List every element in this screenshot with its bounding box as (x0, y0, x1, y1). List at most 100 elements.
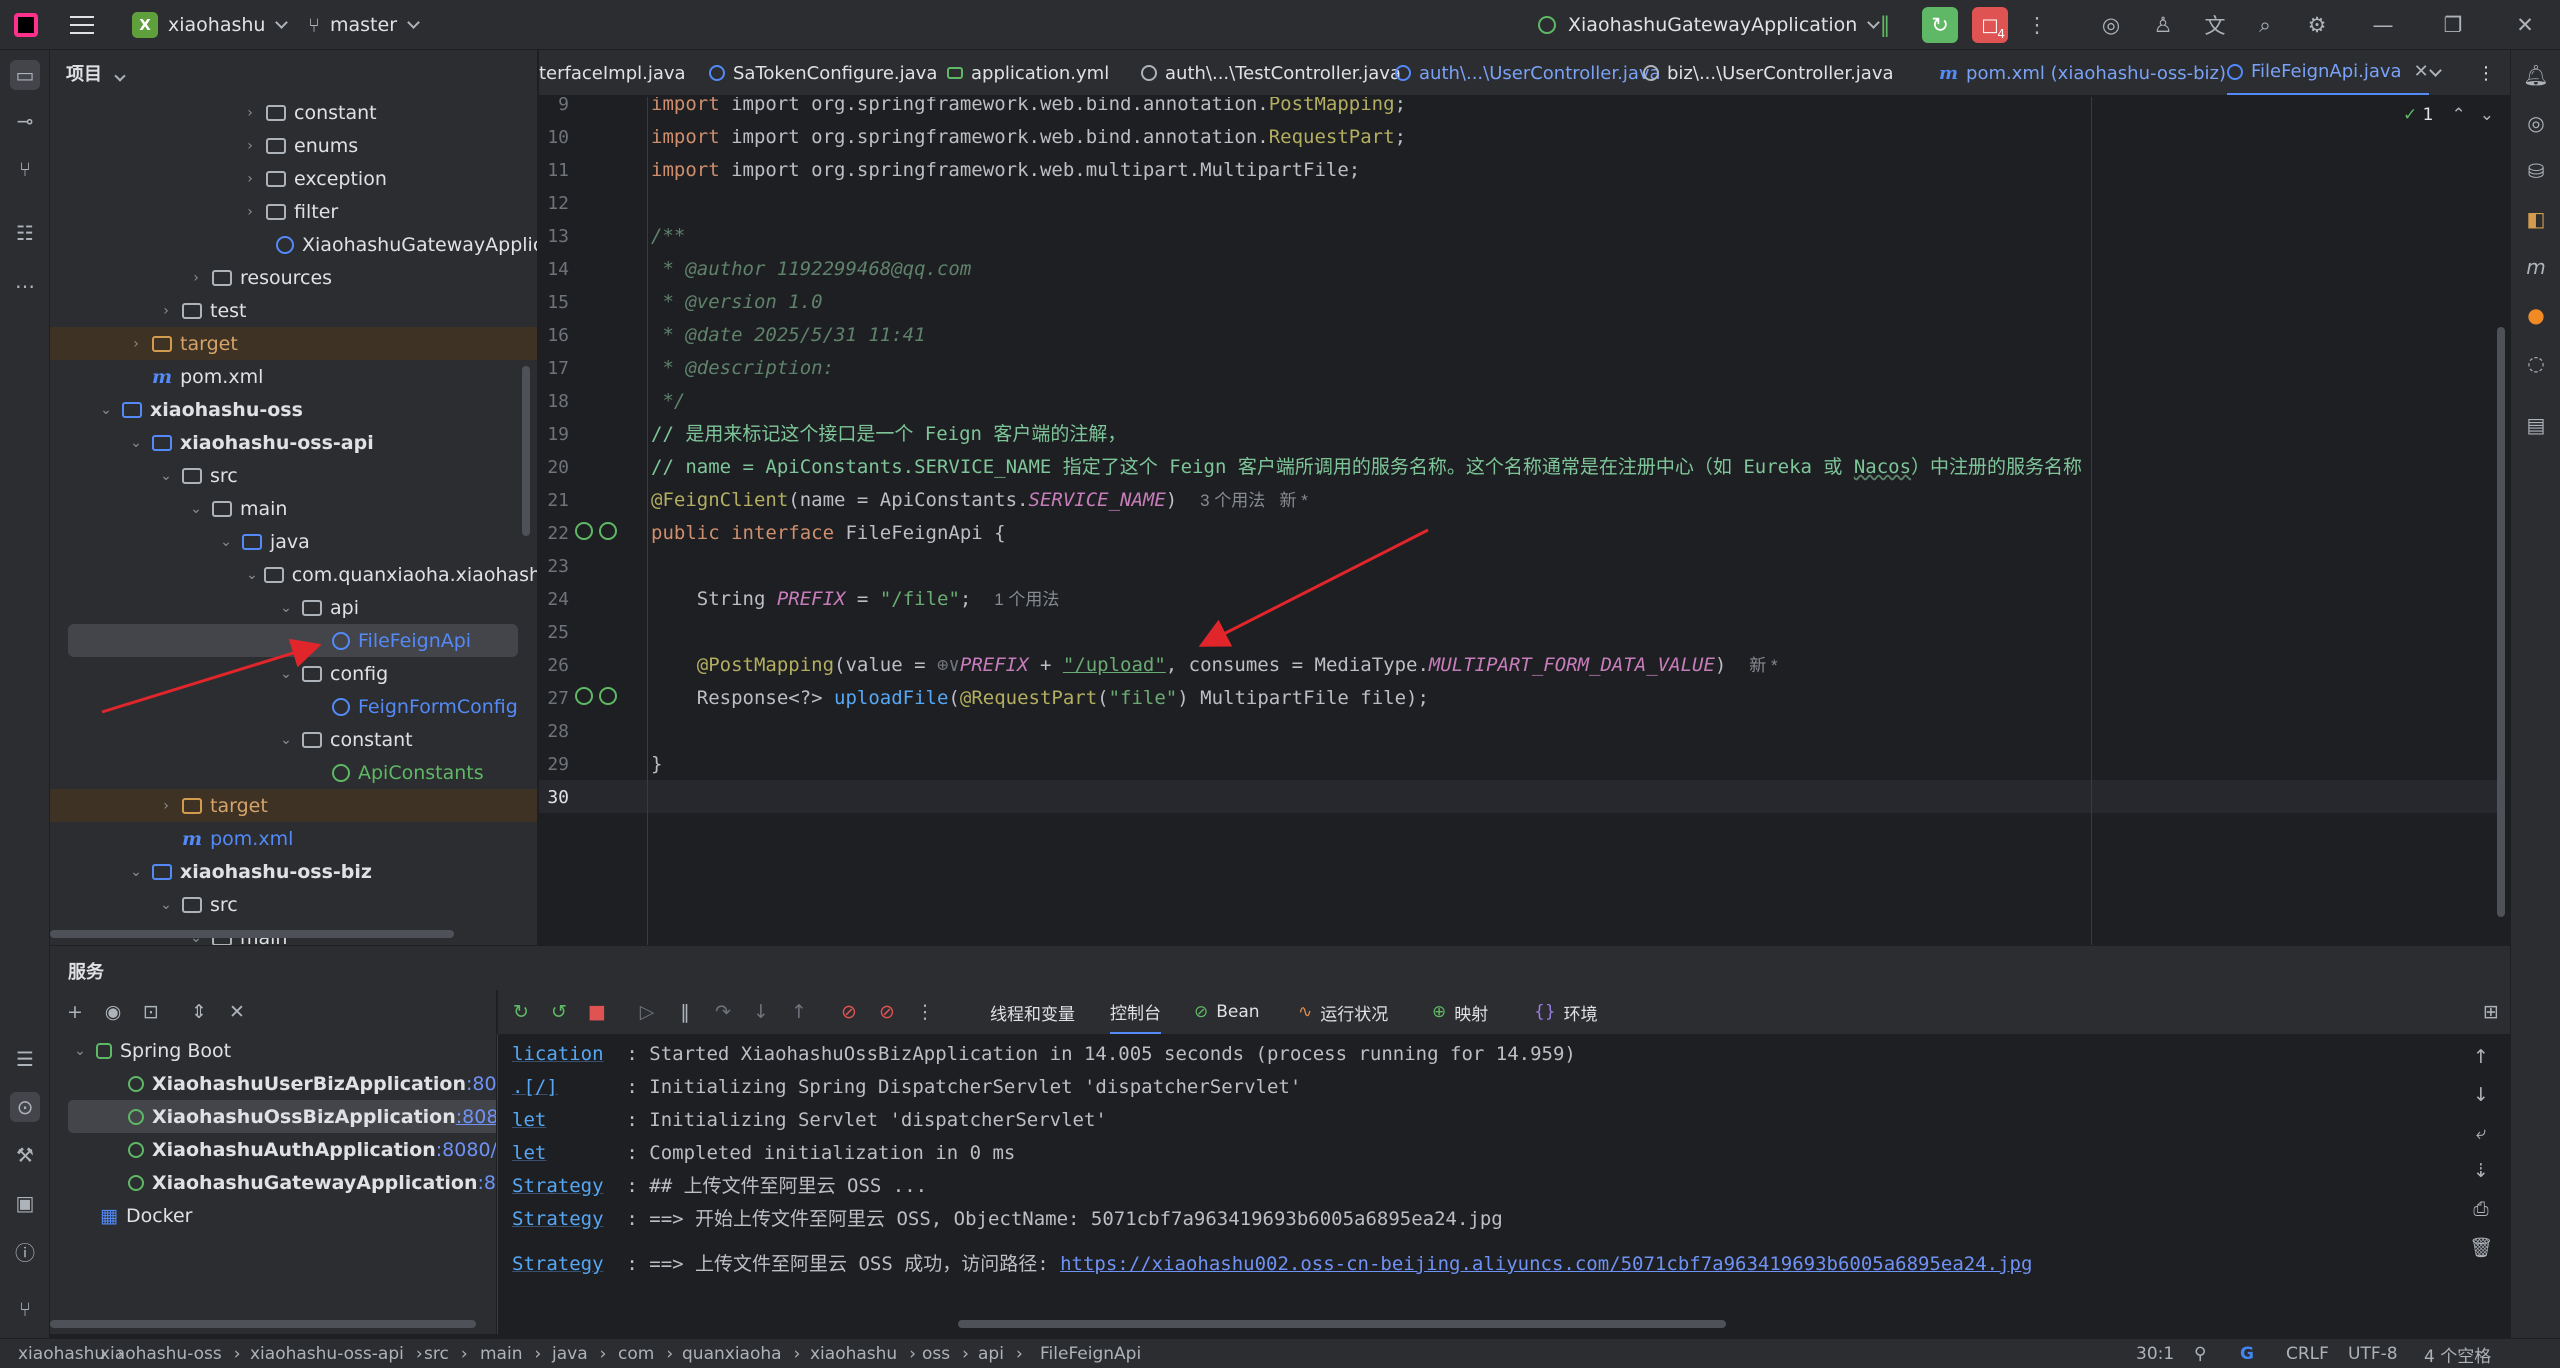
tree-row[interactable]: › exception (50, 162, 537, 195)
usages-hint[interactable]: 1 个用法 (994, 590, 1059, 609)
expand-chevron-icon[interactable]: ⌄ (156, 897, 176, 913)
tab-auth-test-controller[interactable]: auth\...\TestController.java (1141, 50, 1401, 95)
account-icon[interactable]: ♙ (2150, 12, 2176, 38)
expand-all-icon[interactable]: ⇕ (186, 999, 212, 1025)
tab-health[interactable]: ∿ 运行状况 (1298, 990, 1388, 1034)
tree-row[interactable]: ⌄ xiaohashu-oss-api (50, 426, 537, 459)
more-icon[interactable]: ⋮ (912, 999, 938, 1025)
terminal-icon[interactable]: ▣ (10, 1188, 40, 1218)
soft-wrap-icon[interactable]: ⤶ (2468, 1120, 2494, 1146)
breadcrumb-item[interactable]: java › (552, 1339, 606, 1368)
tree-row[interactable]: m pom.xml (50, 360, 537, 393)
bookmark-icon[interactable]: ▤ (2521, 410, 2551, 440)
panel-title[interactable]: 项目 (66, 60, 126, 86)
expand-chevron-icon[interactable]: › (240, 138, 260, 154)
branch-switcher[interactable]: ⑂ master (308, 0, 420, 50)
tab-bean[interactable]: ⊘ Bean (1194, 990, 1260, 1034)
tab-application-yml[interactable]: application.yml (947, 50, 1109, 95)
new-tab-icon[interactable]: ⊡ (138, 999, 164, 1025)
implemented-icon[interactable] (575, 687, 593, 705)
resume-icon[interactable]: ▷ (634, 999, 660, 1025)
tree-row[interactable]: ⌄ main (50, 492, 537, 525)
editor-scrollbar[interactable] (2497, 327, 2505, 917)
tree-row[interactable]: › enums (50, 129, 537, 162)
file-encoding[interactable]: UTF-8 (2348, 1339, 2398, 1368)
ai-chat-icon[interactable]: ◎ (2521, 108, 2551, 138)
console-h-scrollbar[interactable] (958, 1320, 1726, 1328)
app-logo[interactable] (14, 0, 38, 50)
scroll-to-end-icon[interactable]: ⇣ (2468, 1158, 2494, 1184)
problems-icon[interactable]: ⓘ (10, 1236, 40, 1266)
author-hint[interactable]: 新 * (1749, 656, 1777, 675)
bean-icon[interactable] (599, 687, 617, 705)
tree-row[interactable]: FeignFormConfig (50, 690, 537, 723)
tab-file-feign-api[interactable]: FileFeignApi.java ✕ (2227, 50, 2429, 95)
close-tab-icon[interactable]: ✕ (2414, 61, 2429, 82)
stop-all-icon[interactable]: □ 4 (1972, 7, 2008, 43)
step-into-icon[interactable]: ↓ (748, 999, 774, 1025)
url-mapping-icon[interactable]: ⊕∨ (937, 654, 960, 676)
expand-chevron-icon[interactable]: › (240, 105, 260, 121)
tree-row[interactable]: ⌄ java (50, 525, 537, 558)
oss-url-link[interactable]: https://xiaohashu002.oss-cn-beijing.aliy… (1060, 1253, 2032, 1275)
more-icon[interactable]: ⋮ (2024, 12, 2050, 38)
logger-name[interactable]: Strategy (512, 1175, 604, 1197)
git-icon[interactable]: ⑂ (10, 1294, 40, 1324)
scroll-down-icon[interactable]: ↓ (2468, 1082, 2494, 1108)
service-gateway[interactable]: XiaohashuGatewayApplication:8000/ (128, 1166, 496, 1199)
tree-row[interactable]: › test (50, 294, 537, 327)
bean-icon[interactable] (599, 522, 617, 540)
add-service-icon[interactable]: + (62, 999, 88, 1025)
expand-chevron-icon[interactable]: ⌄ (186, 501, 206, 517)
project-tool-icon[interactable]: ▭ (10, 60, 40, 90)
service-auth[interactable]: XiaohashuAuthApplication:8080/ (128, 1133, 496, 1166)
logger-name[interactable]: .[/] (512, 1076, 558, 1098)
indent-setting[interactable]: 4 个空格 (2424, 1339, 2491, 1368)
expand-chevron-icon[interactable]: › (240, 171, 260, 187)
todo-icon[interactable]: ☰ (10, 1044, 40, 1074)
main-menu-icon[interactable] (70, 0, 94, 50)
pull-requests-icon[interactable]: ⑂ (10, 154, 40, 184)
tree-row[interactable]: › target (50, 327, 537, 360)
translate-icon[interactable]: 文 (2202, 12, 2228, 38)
tree-row[interactable]: ⌄ src (50, 459, 537, 492)
spring-boot-group[interactable]: ⌄ Spring Boot (70, 1034, 231, 1067)
tree-row[interactable]: ApiConstants (50, 756, 537, 789)
logger-name[interactable]: let (512, 1109, 546, 1131)
expand-chevron-icon[interactable]: › (186, 270, 206, 286)
usages-hint[interactable]: 3 个用法 新 * (1200, 491, 1308, 510)
tree-row[interactable]: ⌄ constant (50, 723, 537, 756)
expand-chevron-icon[interactable]: ⌄ (156, 468, 176, 484)
tree-row[interactable]: › filter (50, 195, 537, 228)
tab-list-dropdown[interactable] (2429, 50, 2442, 95)
more-tools-icon[interactable]: … (10, 266, 40, 296)
inspection-widget[interactable]: ✓ 1 ⌃ ⌄ (2403, 105, 2494, 125)
mute-breakpoints-icon[interactable]: ⊘ (874, 999, 900, 1025)
caret-position[interactable]: 30:1 (2136, 1339, 2174, 1368)
layout-icon[interactable]: ⊞ (2478, 999, 2504, 1025)
services-h-scrollbar[interactable] (50, 1320, 476, 1328)
logger-name[interactable]: Strategy (512, 1208, 604, 1230)
expand-chevron-icon[interactable]: ⌄ (126, 435, 146, 451)
tree-row[interactable]: ⌄ xiaohashu-oss-biz (50, 855, 537, 888)
service-user-biz[interactable]: XiaohashuUserBizApplication:8082/ (128, 1067, 496, 1100)
rerun-icon[interactable]: ↻ (1922, 7, 1958, 43)
maximize-icon[interactable]: ❐ (2440, 12, 2466, 38)
logger-name[interactable]: lication (512, 1043, 604, 1065)
logger-name[interactable]: let (512, 1142, 546, 1164)
expand-chevron-icon[interactable]: ⌄ (276, 600, 296, 616)
tree-row[interactable]: ⌄ src (50, 888, 537, 921)
tree-row[interactable]: ⌄ api (50, 591, 537, 624)
gradle-icon[interactable]: ◌ (2521, 348, 2551, 378)
show-icon[interactable]: ◉ (100, 999, 126, 1025)
commit-icon[interactable]: ⊸ (10, 106, 40, 136)
expand-chevron-icon[interactable]: ⌄ (126, 864, 146, 880)
tree-row[interactable]: XiaohashuGatewayApplicati (50, 228, 537, 261)
breadcrumb-item[interactable]: api › (978, 1339, 1023, 1368)
project-switcher[interactable]: X xiaohashu (132, 0, 289, 50)
code-editor[interactable]: 9 10 11 12 13 14 15 16 17 18 19 20 21 22 23 24 25 26 27 28 2… (539, 97, 2510, 945)
line-separator[interactable]: CRLF (2286, 1339, 2329, 1368)
expand-chevron-icon[interactable]: › (126, 336, 146, 352)
service-oss-biz[interactable]: XiaohashuOssBizApplication:8081/ (68, 1100, 496, 1133)
build-icon[interactable]: ⚒ (10, 1140, 40, 1170)
